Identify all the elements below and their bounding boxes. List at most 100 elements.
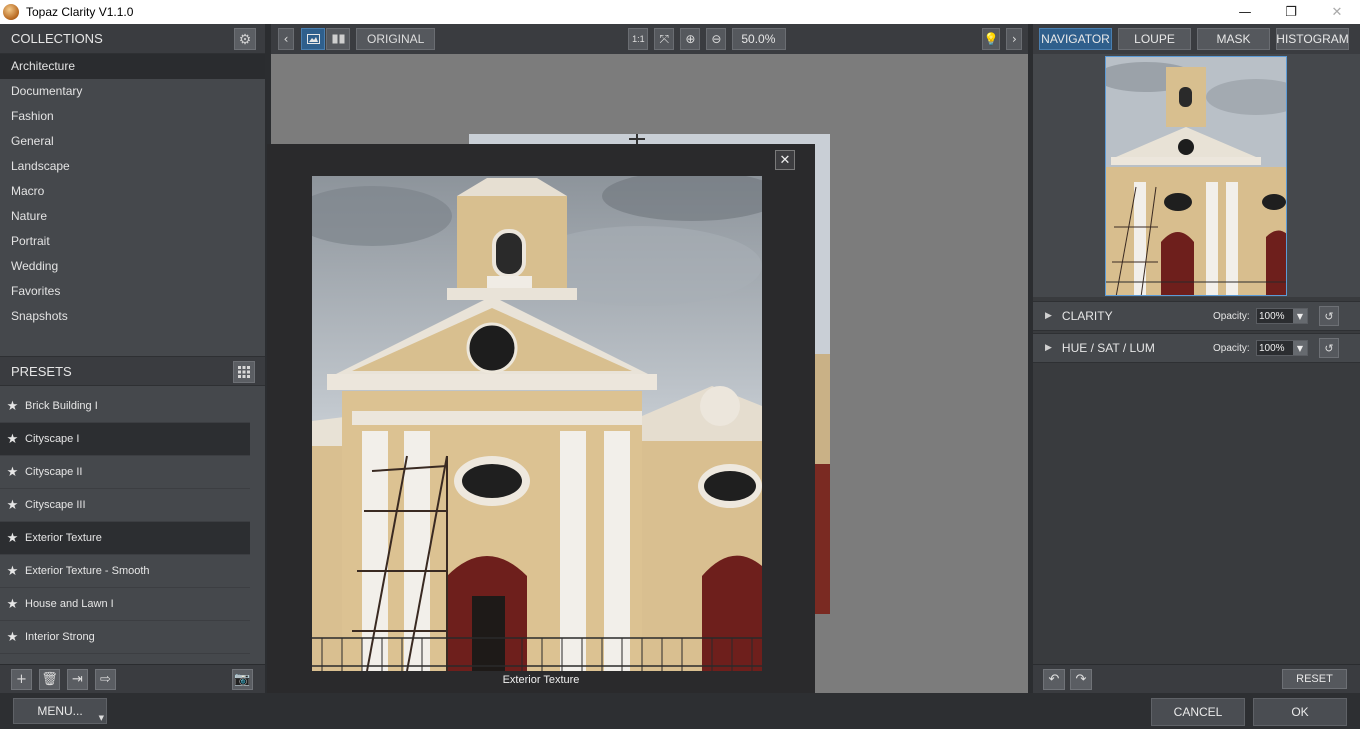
collection-item[interactable]: Portrait: [0, 229, 265, 254]
right-panel: NAVIGATOR LOUPE MASK HISTOGRAM ▶ CLARITY…: [1033, 24, 1360, 693]
prev-image-button[interactable]: ‹: [278, 28, 294, 50]
collection-item[interactable]: Architecture: [0, 54, 265, 79]
tab-navigator[interactable]: NAVIGATOR: [1039, 28, 1112, 50]
star-icon[interactable]: ★: [0, 630, 25, 645]
collection-item[interactable]: General: [0, 129, 265, 154]
image-canvas[interactable]: ‹ ORIGINAL 1:1 ⤧ ⊕ ⊖ 50.0% 💡 › ✕ Exterio…: [267, 24, 1028, 693]
original-button[interactable]: ORIGINAL: [356, 28, 436, 50]
undo-button[interactable]: ↶: [1043, 668, 1065, 690]
tab-loupe[interactable]: LOUPE: [1118, 28, 1191, 50]
preset-item[interactable]: ★ House and Lawn I: [0, 588, 250, 621]
presets-grid-view-button[interactable]: [233, 361, 255, 383]
preset-label: Cityscape II: [25, 466, 83, 478]
preset-item[interactable]: ★ Brick Building I: [0, 390, 250, 423]
zoom-in-icon: ⊕: [685, 32, 696, 46]
navigator-area: [1033, 54, 1360, 297]
topaz-app-icon: [3, 4, 19, 20]
add-preset-button[interactable]: +: [11, 668, 32, 690]
chevron-down-icon[interactable]: ▼: [1293, 309, 1307, 323]
collection-item[interactable]: Snapshots: [0, 304, 265, 329]
star-icon[interactable]: ★: [0, 399, 25, 414]
close-preview-button[interactable]: ✕: [775, 150, 795, 170]
zoom-in-button[interactable]: ⊕: [680, 28, 701, 50]
fit-screen-button[interactable]: ⤧: [654, 28, 675, 50]
collections-list: Architecture Documentary Fashion General…: [0, 54, 265, 329]
collections-title: COLLECTIONS: [11, 31, 103, 46]
single-view-button[interactable]: [301, 28, 325, 50]
zoom-out-button[interactable]: ⊖: [706, 28, 727, 50]
expand-triangle-icon[interactable]: ▶: [1045, 343, 1052, 353]
chevron-right-icon: ›: [1011, 32, 1017, 46]
preset-item[interactable]: ★ Interior Strong: [0, 621, 250, 654]
tab-mask[interactable]: MASK: [1197, 28, 1270, 50]
reset-button[interactable]: RESET: [1282, 669, 1347, 689]
collection-item[interactable]: Documentary: [0, 79, 265, 104]
star-icon[interactable]: ★: [0, 564, 25, 579]
collection-item[interactable]: Favorites: [0, 279, 265, 304]
navigator-thumbnail[interactable]: [1105, 56, 1287, 296]
presets-title: PRESETS: [11, 363, 72, 379]
preset-label: House and Lawn I: [25, 598, 114, 610]
cancel-button[interactable]: CANCEL: [1151, 698, 1245, 726]
delete-preset-button[interactable]: 🗑: [39, 668, 60, 690]
split-view-icon: [332, 34, 344, 44]
star-icon[interactable]: ★: [0, 432, 25, 447]
view-toolbar: ‹ ORIGINAL 1:1 ⤧ ⊕ ⊖ 50.0% 💡 ›: [271, 24, 1028, 54]
star-icon[interactable]: ★: [0, 597, 25, 612]
redo-button[interactable]: ↷: [1070, 668, 1092, 690]
chevron-down-icon[interactable]: ▼: [1293, 341, 1307, 355]
bottom-bar: MENU... ▼ CANCEL OK: [0, 693, 1360, 729]
church-photo: [312, 176, 762, 671]
caret-down-icon: ▼: [98, 714, 104, 722]
preset-item[interactable]: ★ Cityscape III: [0, 489, 250, 522]
adjustment-hue-sat-lum[interactable]: ▶ HUE / SAT / LUM Opacity: 100% ▼ ↺: [1033, 333, 1360, 363]
export-preset-button[interactable]: ⇨: [95, 668, 116, 690]
reset-adjustment-icon[interactable]: ↺: [1319, 338, 1339, 358]
preset-item[interactable]: ★ Exterior Texture: [0, 522, 250, 555]
adjustment-label: CLARITY: [1061, 309, 1113, 323]
adjustment-clarity[interactable]: ▶ CLARITY Opacity: 100% ▼ ↺: [1033, 301, 1360, 331]
trash-icon: 🗑: [41, 671, 58, 687]
import-preset-button[interactable]: ⇥: [67, 668, 88, 690]
preset-item[interactable]: ★ Exterior Texture - Smooth: [0, 555, 250, 588]
menu-button[interactable]: MENU... ▼: [13, 698, 107, 724]
history-toolbar: ↶ ↷ RESET: [1033, 664, 1360, 693]
preset-item[interactable]: ★ Cityscape II: [0, 456, 250, 489]
reset-adjustment-icon[interactable]: ↺: [1319, 306, 1339, 326]
close-window-button[interactable]: ✕: [1314, 0, 1360, 24]
star-icon[interactable]: ★: [0, 465, 25, 480]
collection-item[interactable]: Fashion: [0, 104, 265, 129]
light-toggle-button[interactable]: 💡: [982, 28, 1001, 50]
plus-icon: +: [16, 671, 27, 687]
title-bar: Topaz Clarity V1.1.0 — ❐ ✕: [0, 0, 1360, 24]
collections-settings-button[interactable]: ⚙: [234, 28, 256, 50]
collection-item[interactable]: Landscape: [0, 154, 265, 179]
opacity-label: Opacity:: [1213, 342, 1250, 354]
preset-label: Brick Building I: [25, 400, 98, 412]
split-view-button[interactable]: [326, 28, 350, 50]
collection-item[interactable]: Nature: [0, 204, 265, 229]
preset-label: Interior Strong: [25, 631, 95, 643]
collection-item[interactable]: Macro: [0, 179, 265, 204]
preset-item[interactable]: ★ Cityscape I: [0, 423, 250, 456]
camera-icon: 📷: [234, 671, 251, 687]
maximize-button[interactable]: ❐: [1268, 0, 1314, 24]
zoom-level[interactable]: 50.0%: [732, 28, 787, 50]
star-icon[interactable]: ★: [0, 531, 25, 546]
ok-button[interactable]: OK: [1253, 698, 1347, 726]
import-icon: ⇥: [72, 671, 83, 687]
fit-icon: ⤧: [659, 31, 670, 46]
next-image-button[interactable]: ›: [1006, 28, 1023, 50]
snapshot-button[interactable]: 📷: [232, 668, 253, 690]
star-icon[interactable]: ★: [0, 498, 25, 513]
zoom-out-icon: ⊖: [711, 32, 722, 46]
preset-label: Exterior Texture: [25, 532, 102, 544]
collection-item[interactable]: Wedding: [0, 254, 265, 279]
zoom-1-1-button[interactable]: 1:1: [628, 28, 649, 50]
redo-icon: ↷: [1075, 671, 1087, 687]
tab-histogram[interactable]: HISTOGRAM: [1276, 28, 1349, 50]
minimize-button[interactable]: —: [1222, 0, 1268, 24]
expand-triangle-icon[interactable]: ▶: [1045, 311, 1052, 321]
window-title: Topaz Clarity V1.1.0: [26, 5, 134, 19]
preset-preview-image: [312, 176, 762, 671]
